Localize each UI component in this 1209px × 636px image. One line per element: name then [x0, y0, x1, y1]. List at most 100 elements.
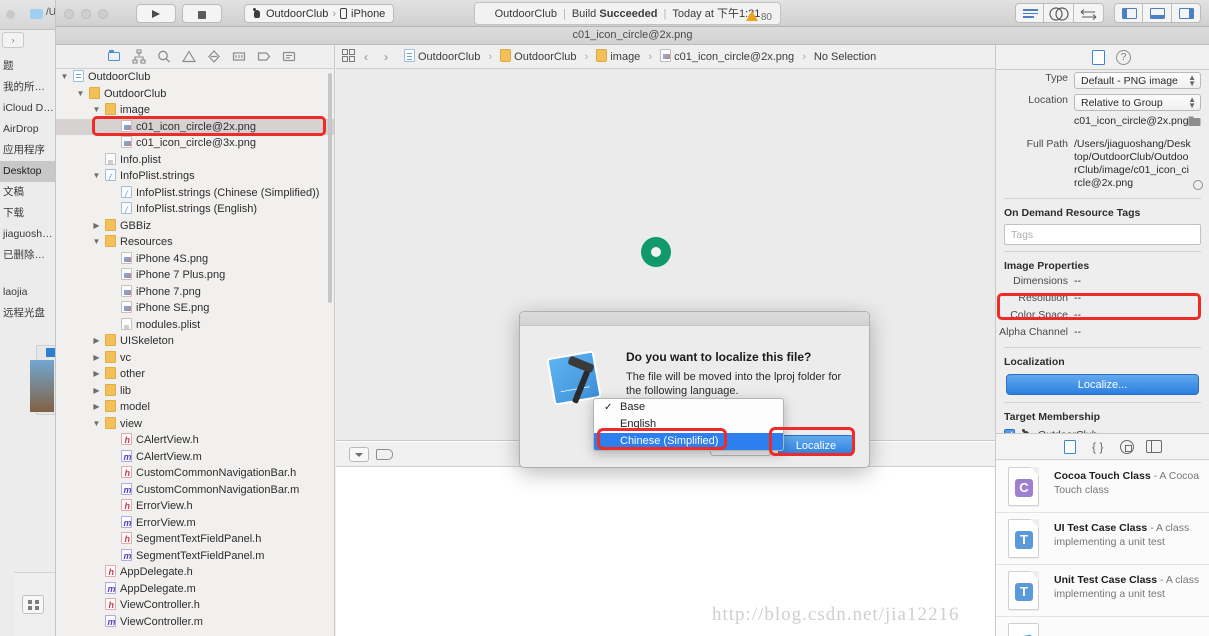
- finder-sidebar-item-desktop[interactable]: Desktop: [0, 161, 55, 182]
- disclosure-triangle[interactable]: ▼: [92, 102, 101, 119]
- finder-close-button[interactable]: [6, 10, 15, 19]
- breadcrumb-item-selection[interactable]: No Selection: [814, 51, 876, 63]
- minimize-button[interactable]: [81, 9, 91, 19]
- finder-sidebar-item[interactable]: jiaguosh…: [0, 224, 55, 245]
- navigator-row[interactable]: ViewController.h: [56, 597, 334, 614]
- target-row-app[interactable]: OutdoorClub: [996, 426, 1209, 433]
- navigator-row[interactable]: iPhone 7.png: [56, 284, 334, 301]
- filter-dropdown-button[interactable]: [349, 447, 369, 462]
- finder-sidebar-item[interactable]: iCloud D…: [0, 98, 55, 119]
- navigator-row[interactable]: ▼ InfoPlist.strings: [56, 168, 334, 186]
- list-item[interactable]: C Cocoa Touch Class - A Cocoa Touch clas…: [996, 461, 1209, 513]
- finder-sidebar-item[interactable]: 文稿: [0, 182, 55, 203]
- navigator-row[interactable]: ErrorView.m: [56, 515, 334, 531]
- navigator-row[interactable]: CustomCommonNavigationBar.h: [56, 465, 334, 482]
- navigator-row[interactable]: AppDelegate.m: [56, 581, 334, 597]
- source-control-navigator-tab[interactable]: [131, 49, 147, 64]
- debug-navigator-tab[interactable]: [231, 49, 247, 64]
- object-library-tab[interactable]: [1120, 440, 1134, 454]
- zoom-button[interactable]: [98, 9, 108, 19]
- report-navigator-tab[interactable]: [281, 49, 297, 64]
- navigator-row-selected[interactable]: c01_icon_circle@2x.png: [56, 118, 334, 135]
- scheme-selector[interactable]: OutdoorClub › iPhone: [244, 4, 395, 23]
- menu-item-base[interactable]: ✓ Base: [594, 399, 783, 416]
- navigator-row[interactable]: ▶ model: [56, 399, 334, 416]
- navigator-row[interactable]: SegmentTextFieldPanel.m: [56, 548, 334, 564]
- toggle-navigator-button[interactable]: [1114, 3, 1143, 23]
- find-navigator-tab[interactable]: [156, 49, 172, 64]
- navigator-row[interactable]: AppDelegate.h: [56, 564, 334, 581]
- assistant-editor-button[interactable]: [1044, 3, 1074, 23]
- disclosure-triangle[interactable]: ▼: [60, 69, 69, 86]
- disclosure-triangle[interactable]: ▼: [92, 168, 101, 185]
- finder-sidebar-item[interactable]: 我的所…: [0, 77, 55, 98]
- navigator-row[interactable]: CustomCommonNavigationBar.m: [56, 482, 334, 498]
- project-navigator-tab[interactable]: [106, 49, 122, 64]
- navigator-row[interactable]: ▼ view: [56, 416, 334, 433]
- navigator-row[interactable]: SegmentTextFieldPanel.h: [56, 531, 334, 548]
- breadcrumb-item-project[interactable]: OutdoorClub: [404, 49, 480, 63]
- navigator-row[interactable]: ▼ image: [56, 102, 334, 119]
- close-button[interactable]: [64, 9, 74, 19]
- breakpoint-navigator-tab[interactable]: [256, 49, 272, 64]
- navigator-row[interactable]: ▶ GBBiz: [56, 218, 334, 235]
- go-back-button[interactable]: ‹: [364, 45, 368, 69]
- code-snippet-library-tab[interactable]: { }: [1092, 440, 1103, 454]
- related-items-button[interactable]: [342, 45, 355, 69]
- navigator-row[interactable]: ▶ vc: [56, 350, 334, 367]
- navigator-row[interactable]: ▼ OutdoorClub: [56, 86, 334, 103]
- list-item[interactable]: T Unit Test Case Class - A class impleme…: [996, 565, 1209, 617]
- reveal-in-finder-icon[interactable]: [1193, 180, 1203, 190]
- finder-sidebar-item[interactable]: laojia: [0, 282, 55, 303]
- navigator-row[interactable]: ▶ lib: [56, 383, 334, 400]
- navigator-row[interactable]: iPhone 4S.png: [56, 251, 334, 268]
- tag-icon[interactable]: [376, 449, 393, 460]
- version-editor-button[interactable]: [1074, 3, 1104, 23]
- navigator-row[interactable]: c01_icon_circle@3x.png: [56, 135, 334, 152]
- finder-sidebar-item[interactable]: 已删除…: [0, 245, 55, 266]
- standard-editor-button[interactable]: [1015, 3, 1044, 23]
- breadcrumb-item-file[interactable]: c01_icon_circle@2x.png: [660, 49, 794, 63]
- toggle-inspector-button[interactable]: [1172, 3, 1201, 23]
- stop-button[interactable]: [182, 4, 222, 23]
- navigator-row[interactable]: InfoPlist.strings (Chinese (Simplified)): [56, 185, 334, 202]
- list-item[interactable]: T UI Test Case Class - A class implement…: [996, 513, 1209, 565]
- project-navigator[interactable]: ▼ OutdoorClub ▼ OutdoorClub ▼ image c01_icon_c…: [56, 69, 335, 636]
- disclosure-triangle[interactable]: ▶: [92, 399, 101, 416]
- list-item[interactable]: [996, 617, 1209, 636]
- navigator-row[interactable]: ▼ OutdoorClub: [56, 69, 334, 86]
- navigator-row[interactable]: iPhone 7 Plus.png: [56, 267, 334, 284]
- quick-help-inspector-tab[interactable]: ?: [1116, 50, 1131, 65]
- navigator-row[interactable]: ViewController.m: [56, 614, 334, 630]
- run-button[interactable]: [136, 4, 176, 23]
- finder-sidebar-item[interactable]: AirDrop: [0, 119, 55, 140]
- odr-tags-input[interactable]: Tags: [1004, 224, 1201, 245]
- localize-button[interactable]: Localize...: [1006, 374, 1199, 395]
- go-forward-button[interactable]: ›: [384, 45, 388, 69]
- type-popup-button[interactable]: Default - PNG image ▲ ▼: [1074, 72, 1201, 89]
- navigator-scrollbar[interactable]: [328, 73, 332, 303]
- disclosure-triangle[interactable]: ▶: [92, 350, 101, 367]
- file-template-library-tab[interactable]: [1064, 440, 1076, 454]
- disclosure-triangle[interactable]: ▶: [92, 383, 101, 400]
- navigator-row[interactable]: CAlertView.h: [56, 432, 334, 449]
- issue-navigator-tab[interactable]: [181, 49, 197, 64]
- navigator-row[interactable]: ErrorView.h: [56, 498, 334, 515]
- disclosure-triangle[interactable]: ▶: [92, 366, 101, 383]
- finder-sidebar-item[interactable]: 题: [0, 56, 55, 77]
- choose-file-icon[interactable]: [1188, 116, 1201, 127]
- location-popup-button[interactable]: Relative to Group ▲ ▼: [1074, 94, 1201, 111]
- navigator-row[interactable]: ▶ other: [56, 366, 334, 383]
- library-item-list[interactable]: C Cocoa Touch Class - A Cocoa Touch clas…: [996, 461, 1209, 636]
- disclosure-triangle[interactable]: ▼: [92, 416, 101, 433]
- test-navigator-tab[interactable]: [206, 49, 222, 64]
- media-library-tab[interactable]: [1146, 440, 1162, 453]
- finder-sidebar-item[interactable]: 下载: [0, 203, 55, 224]
- navigator-row[interactable]: ▼ Resources: [56, 234, 334, 251]
- navigator-row[interactable]: Info.plist: [56, 152, 334, 169]
- disclosure-triangle[interactable]: ▼: [92, 234, 101, 251]
- finder-forward-button[interactable]: ›: [2, 32, 24, 48]
- finder-sidebar-item[interactable]: 远程光盘: [0, 303, 55, 324]
- disclosure-triangle[interactable]: ▶: [92, 218, 101, 235]
- navigator-row[interactable]: InfoPlist.strings (English): [56, 201, 334, 219]
